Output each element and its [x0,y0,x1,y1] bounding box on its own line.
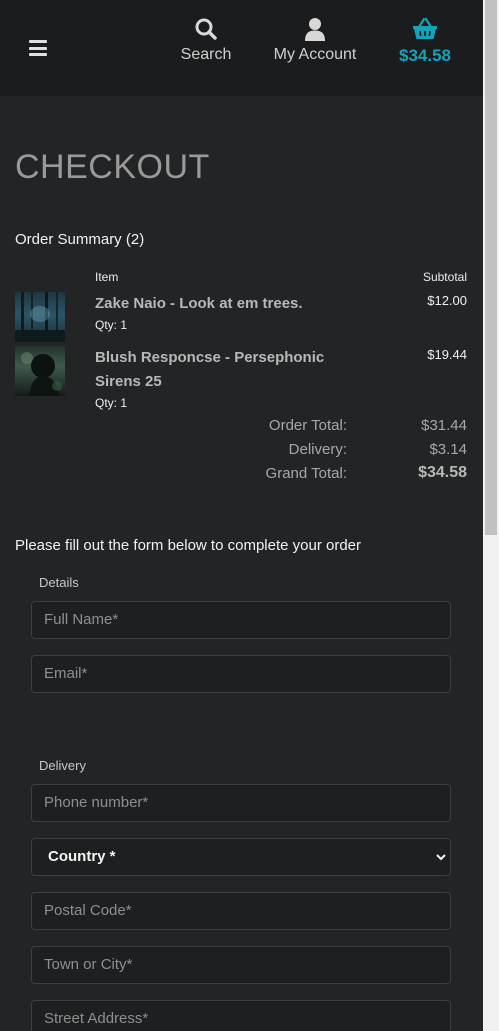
scrollbar-thumb[interactable] [485,0,497,535]
cart-item-price: $19.44 [427,347,467,362]
product-thumbnail[interactable] [15,346,65,396]
user-icon [305,18,325,41]
phone-field[interactable]: Phone number* [31,784,451,822]
email-field[interactable]: Email* [31,655,451,693]
delivery-value: $3.14 [429,441,467,458]
delivery-label: Delivery: [288,441,347,458]
item-column-header: Item [95,270,119,284]
grand-total-label: Grand Total: [265,465,347,482]
town-city-field[interactable]: Town or City* [31,946,451,984]
grand-total-value: $34.58 [418,464,467,481]
cart-item-name[interactable]: Blush Responcse - Persephonic Sirens 25 [95,346,335,394]
form-instructions: Please fill out the form below to comple… [15,537,362,554]
order-summary-heading: Order Summary (2) [15,231,145,248]
product-thumbnail[interactable] [15,292,65,342]
page-title: CHECKOUT [15,148,210,186]
my-account-link[interactable]: My Account [270,16,360,64]
cart-item-qty: Qty: 1 [95,396,128,410]
search-icon [195,18,217,40]
full-name-field[interactable]: Full Name* [31,601,451,639]
cart-item-qty: Qty: 1 [95,318,128,332]
chevron-down-icon [436,854,446,861]
order-total-label: Order Total: [268,417,347,434]
basket-icon [413,17,437,39]
menu-icon[interactable] [29,40,47,56]
delivery-section-label: Delivery [39,758,86,773]
postal-code-field[interactable]: Postal Code* [31,892,451,930]
subtotal-column-header: Subtotal [422,270,467,284]
cart-link[interactable]: $34.58 [396,16,454,66]
page-viewport: Search My Account $34.58 CHECKOUT Order … [0,0,483,1031]
cart-total: $34.58 [399,46,451,65]
street-address-field[interactable]: Street Address* [31,1000,451,1031]
page-scrollbar[interactable] [483,0,499,1031]
order-total-value: $31.44 [421,417,467,434]
cart-item-price: $12.00 [427,293,467,308]
search-link[interactable]: Search [180,16,232,64]
country-select[interactable]: Country * [31,838,451,876]
country-selected-value: Country * [48,848,116,865]
details-section-label: Details [39,575,79,590]
search-label: Search [180,46,232,63]
site-header: Search My Account $34.58 [0,0,483,96]
my-account-label: My Account [273,46,357,63]
cart-item-name[interactable]: Zake Naio - Look at em trees. [95,292,335,316]
